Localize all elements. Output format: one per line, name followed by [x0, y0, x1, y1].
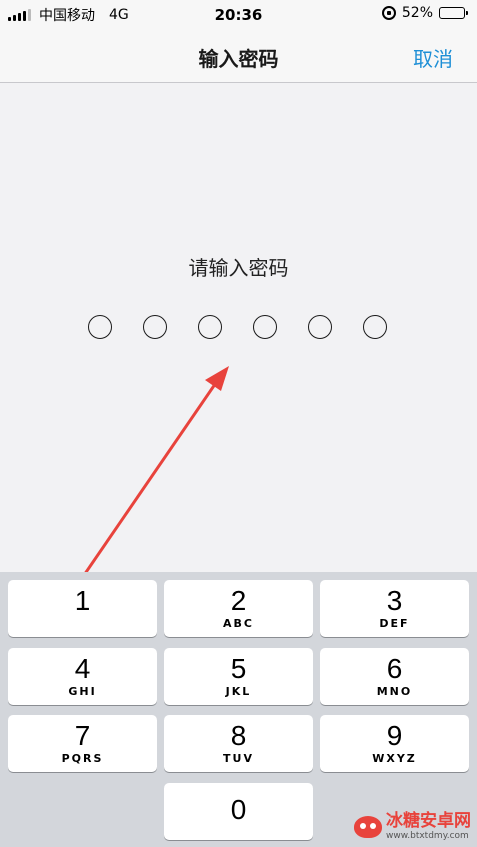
key-digit: 2: [230, 585, 247, 616]
keypad-key-3[interactable]: 3 DEF: [320, 580, 469, 637]
passcode-prompt: 请输入密码: [188, 256, 289, 280]
key-letters: PQRS: [61, 752, 104, 765]
keypad-key-6[interactable]: 6 MNO: [320, 648, 469, 705]
site-watermark: 冰糖安卓网 www.btxtdmy.com: [354, 813, 471, 841]
battery-percentage: 52%: [401, 5, 433, 21]
cancel-button[interactable]: 取消: [413, 43, 453, 72]
watermark-url: www.btxtdmy.com: [386, 831, 469, 841]
numeric-keypad: 1 2 ABC 3 DEF 4 GHI 5 JKL 6 MNO 7 PQRS 8 TUV 9 WXYZ 0: [0, 572, 477, 847]
watermark-logo-icon: [354, 816, 382, 838]
keypad-key-4[interactable]: 4 GHI: [8, 648, 157, 705]
status-bar: 中国移动 4G 20:36 52%: [0, 0, 477, 30]
passcode-dot: [363, 315, 387, 339]
keypad-key-7[interactable]: 7 PQRS: [8, 715, 157, 772]
battery-icon: [439, 7, 468, 19]
keypad-key-5[interactable]: 5 JKL: [164, 648, 313, 705]
keypad-key-2[interactable]: 2 ABC: [164, 580, 313, 637]
status-right: 52%: [381, 5, 468, 21]
key-digit: 7: [74, 720, 91, 751]
keypad-key-1[interactable]: 1: [8, 580, 157, 637]
navigation-bar: 输入密码 取消: [0, 30, 477, 83]
passcode-dot: [253, 315, 277, 339]
key-letters: TUV: [223, 752, 254, 765]
key-digit: 8: [230, 720, 247, 751]
key-letters: MNO: [376, 685, 413, 698]
passcode-dot: [198, 315, 222, 339]
key-letters: WXYZ: [372, 752, 417, 765]
watermark-name: 冰糖安卓网: [386, 811, 471, 831]
keypad-key-8[interactable]: 8 TUV: [164, 715, 313, 772]
key-digit: 3: [386, 585, 403, 616]
key-digit: 5: [230, 653, 247, 684]
key-letters: DEF: [379, 617, 410, 630]
passcode-dot: [143, 315, 167, 339]
rotation-lock-icon: [381, 6, 396, 20]
key-digit: 6: [386, 653, 403, 684]
keypad-key-9[interactable]: 9 WXYZ: [320, 715, 469, 772]
key-digit: 9: [386, 720, 403, 751]
key-letters: JKL: [225, 685, 252, 698]
key-digit: 0: [230, 794, 247, 825]
passcode-dot: [308, 315, 332, 339]
passcode-dot: [88, 315, 112, 339]
key-digit: 1: [74, 585, 91, 616]
keypad-key-0[interactable]: 0: [164, 783, 313, 840]
passcode-dots: [88, 315, 387, 339]
key-letters: GHI: [68, 685, 97, 698]
key-digit: 4: [74, 653, 91, 684]
page-title: 输入密码: [198, 47, 279, 71]
key-letters: ABC: [223, 617, 254, 630]
